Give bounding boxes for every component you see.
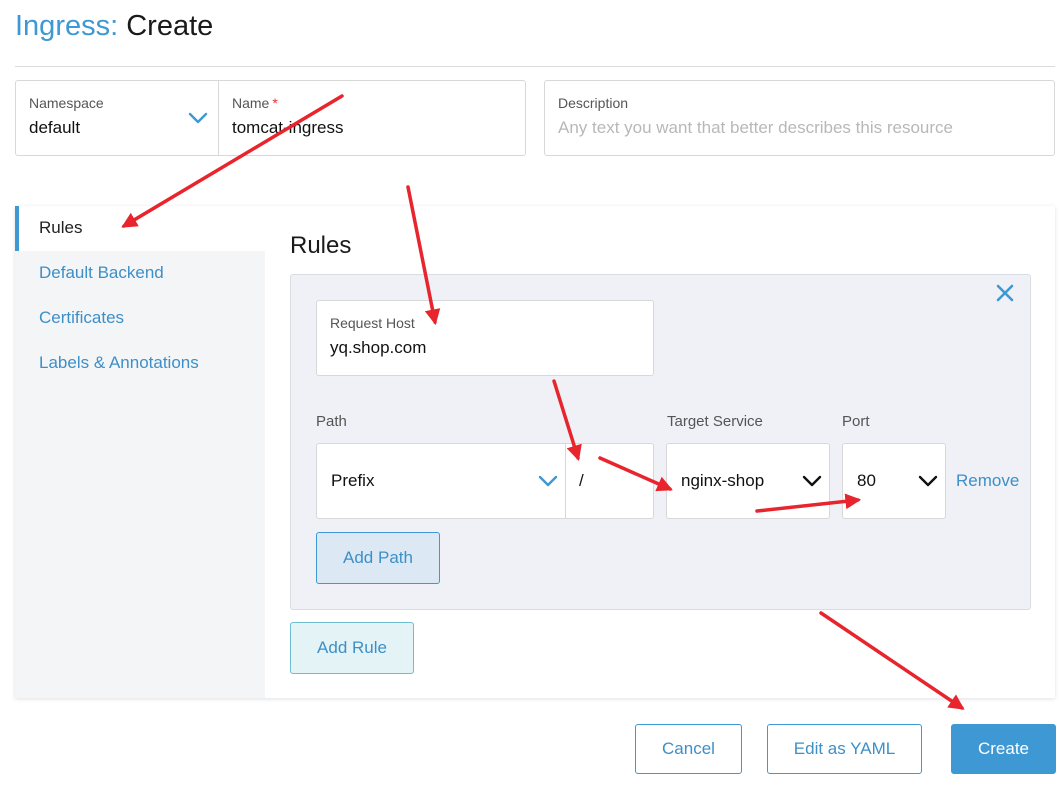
name-label-wrap: Name * [232, 95, 278, 111]
namespace-label: Namespace [29, 95, 104, 111]
path-value: / [579, 471, 584, 490]
path-input[interactable]: / [566, 444, 653, 518]
path-type-select[interactable]: Prefix [317, 444, 566, 518]
port-select[interactable]: 80 [842, 443, 946, 519]
page-title-action: Create [126, 10, 214, 42]
description-placeholder: Any text you want that better describes … [558, 118, 953, 137]
path-group: Prefix / [316, 443, 654, 519]
port-label: Port [842, 413, 870, 430]
chevron-down-icon [802, 475, 822, 487]
sidebar-item-rules[interactable]: Rules [39, 218, 82, 238]
remove-path-link[interactable]: Remove [956, 471, 1019, 491]
chevron-down-icon [188, 112, 208, 124]
name-label: Name [232, 95, 270, 111]
description-field[interactable]: Description Any text you want that bette… [544, 80, 1055, 156]
sidebar-item-certificates[interactable]: Certificates [39, 308, 124, 328]
path-type-value: Prefix [331, 471, 375, 490]
name-value: tomcat-ingress [232, 118, 344, 137]
request-host-label: Request Host [330, 315, 415, 331]
create-button[interactable]: Create [951, 724, 1056, 774]
rules-heading: Rules [290, 232, 352, 259]
page-title-resource: Ingress: [15, 10, 119, 42]
chevron-down-icon [918, 475, 938, 487]
required-mark: * [272, 95, 278, 111]
description-label: Description [558, 95, 629, 111]
request-host-value: yq.shop.com [330, 338, 427, 357]
edit-as-yaml-button[interactable]: Edit as YAML [767, 724, 922, 774]
close-icon[interactable] [996, 284, 1014, 302]
port-value: 80 [857, 471, 876, 490]
chevron-down-icon [538, 475, 558, 487]
name-field[interactable]: Name * tomcat-ingress [219, 81, 525, 155]
namespace-value: default [29, 118, 81, 137]
namespace-select[interactable]: Namespace default [16, 81, 219, 155]
sidebar-item-default-backend[interactable]: Default Backend [39, 263, 164, 283]
target-service-label: Target Service [667, 413, 763, 430]
add-rule-button[interactable]: Add Rule [290, 622, 414, 674]
target-service-value: nginx-shop [681, 471, 765, 490]
page-title: Ingress: Create [15, 6, 213, 46]
namespace-name-group: Namespace default Name * tomcat-ingress [15, 80, 526, 156]
sidebar-item-labels-annotations[interactable]: Labels & Annotations [39, 353, 199, 373]
path-label: Path [316, 413, 347, 430]
cancel-button[interactable]: Cancel [635, 724, 742, 774]
add-path-button[interactable]: Add Path [316, 532, 440, 584]
target-service-select[interactable]: nginx-shop [666, 443, 830, 519]
request-host-field[interactable]: Request Host yq.shop.com [316, 300, 654, 376]
header-divider [15, 66, 1055, 67]
